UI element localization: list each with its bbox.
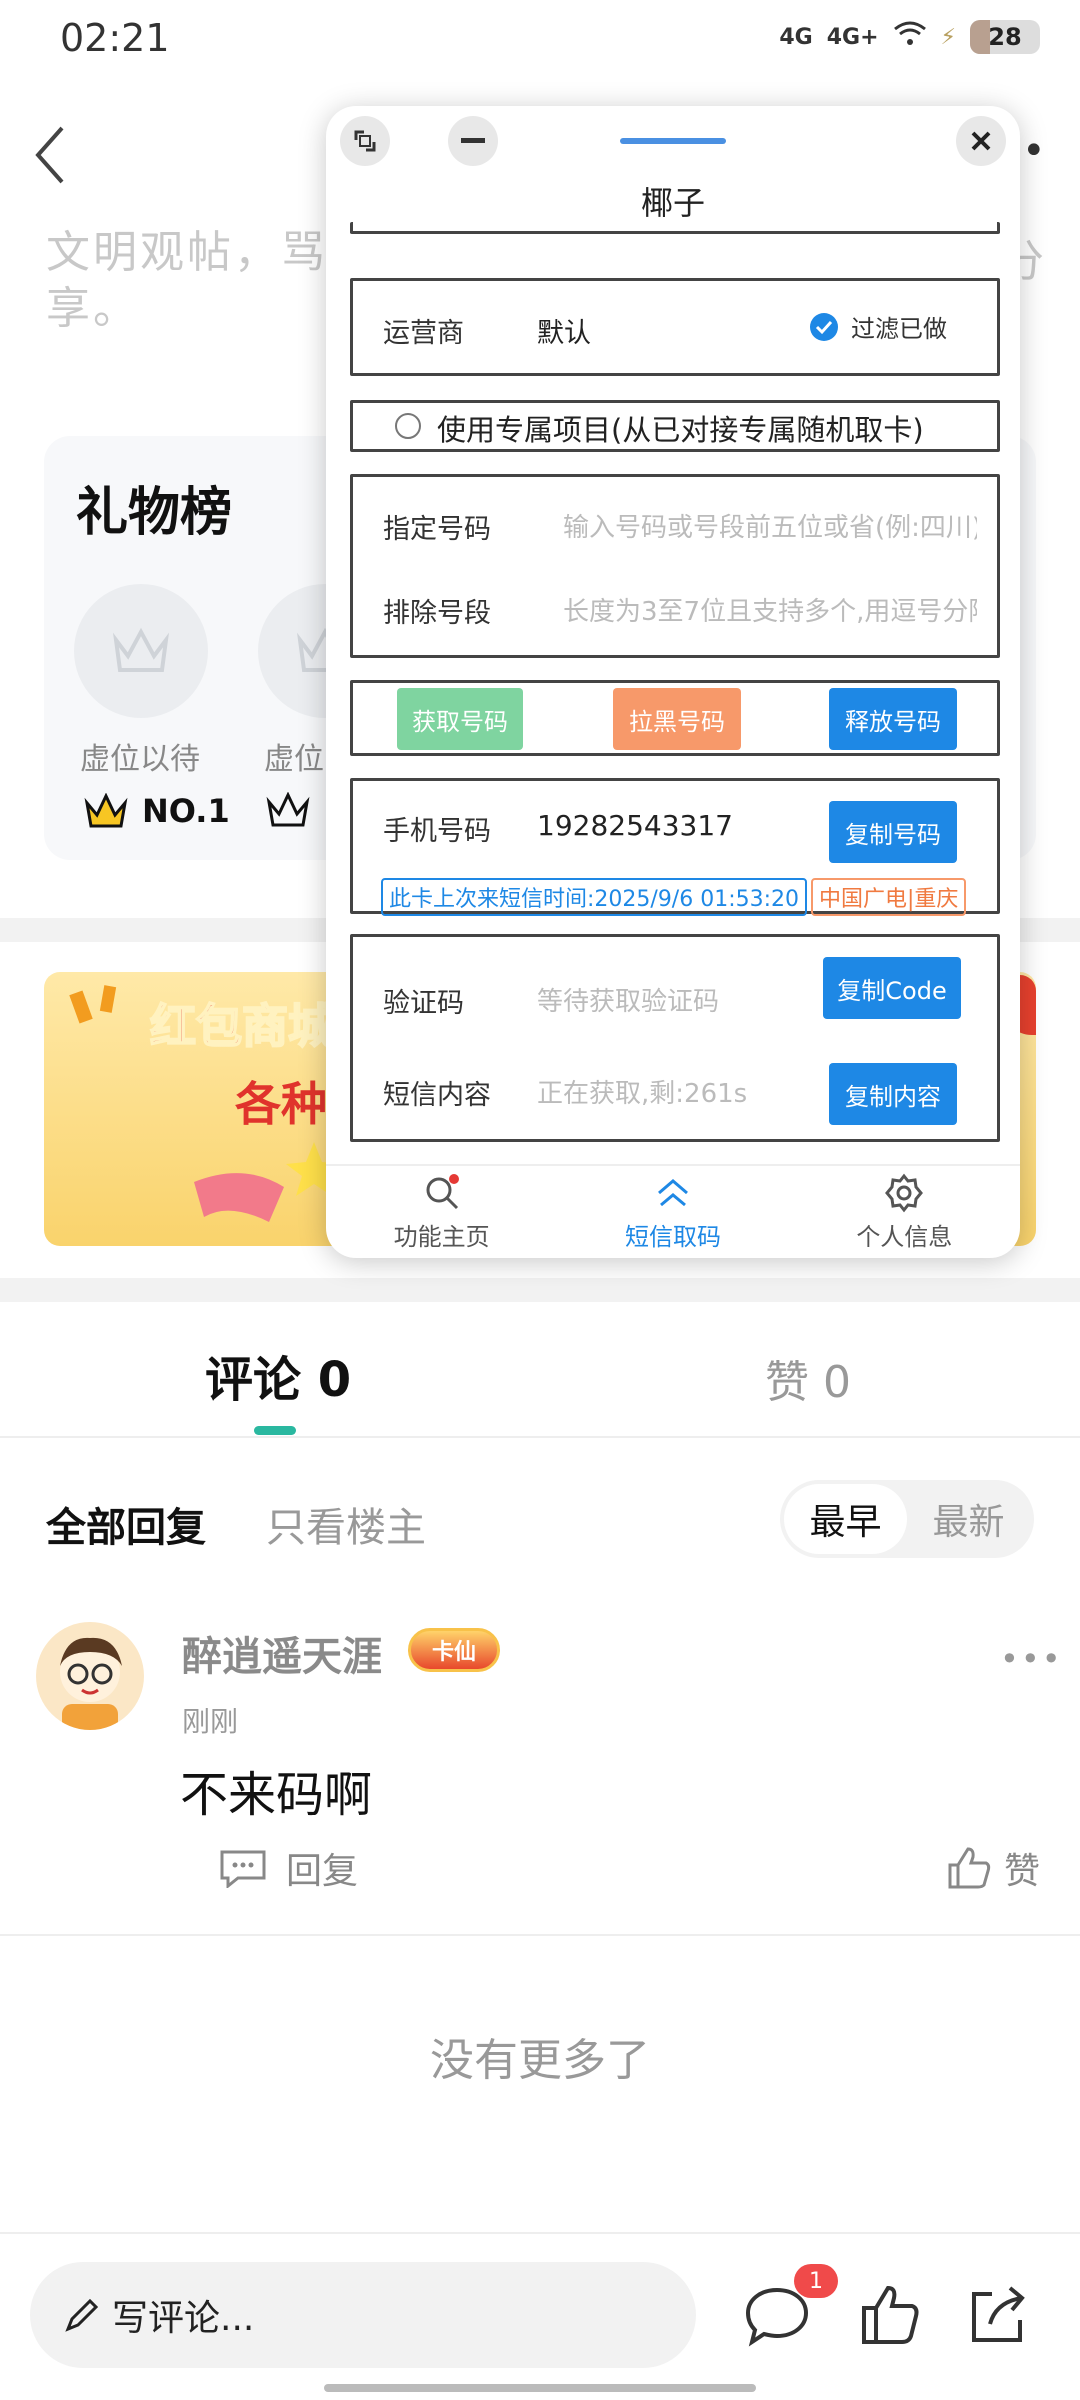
sms-label: 短信内容 <box>383 1080 491 1111</box>
copy-number-button[interactable]: 复制号码 <box>829 801 957 863</box>
user-badge: 卡仙 <box>408 1628 500 1672</box>
block-number-button[interactable]: 拉黑号码 <box>613 688 741 750</box>
copy-code-button[interactable]: 复制Code <box>823 957 961 1019</box>
exclusive-option[interactable]: 使用专属项目(从已对接专属随机取卡) <box>350 400 1000 452</box>
floating-window: 椰子 运营商 默认 过滤已做 使用专属项目(从已对接专属随机取卡) 指定号码 输… <box>326 106 1020 1258</box>
exclusive-label: 使用专属项目(从已对接专属随机取卡) <box>437 413 924 447</box>
exclude-segment-input[interactable]: 长度为3至7位且支持多个,用逗号分隔 <box>563 591 977 628</box>
operator-select[interactable]: 默认 <box>537 311 591 350</box>
gear-icon <box>885 1173 924 1212</box>
radio-icon <box>395 413 421 439</box>
crown-icon <box>84 793 128 828</box>
release-number-button[interactable]: 释放号码 <box>829 688 957 750</box>
write-comment-input[interactable]: 写评论... <box>30 2262 696 2368</box>
more-dot-icon[interactable]: • <box>1022 128 1046 174</box>
nav-profile[interactable]: 个人信息 <box>789 1166 1020 1258</box>
comment-divider <box>0 1934 1080 1936</box>
code-label: 验证码 <box>383 988 464 1019</box>
more-options-icon[interactable]: ••• <box>1000 1640 1063 1678</box>
wifi-icon <box>893 21 927 53</box>
exclude-label: 排除号段 <box>383 598 491 629</box>
number-filter-section: 指定号码 输入号码或号段前五位或省(例:四川) 排除号段 长度为3至7位且支持多… <box>350 474 1000 658</box>
charging-icon: ⚡ <box>940 24 956 50</box>
reply-button[interactable]: 回复 <box>218 1842 358 1894</box>
gift-seat-1-rank: NO.1 <box>84 792 230 830</box>
thumbs-up-icon <box>948 1847 991 1889</box>
sms-content-field: 正在获取,剩:261s <box>537 1079 748 1109</box>
phone-label: 手机号码 <box>383 816 491 847</box>
filter-done-checkbox[interactable]: 过滤已做 <box>809 309 947 344</box>
no-more-text: 没有更多了 <box>430 2035 650 2086</box>
crown-outline-icon <box>74 584 208 718</box>
phone-number: 19282543317 <box>537 809 733 842</box>
window-bottom-nav: 功能主页 短信取码 个人信息 <box>326 1164 1020 1258</box>
sort-earliest[interactable]: 最早 <box>784 1484 907 1554</box>
close-icon[interactable] <box>956 116 1006 166</box>
resize-icon[interactable] <box>340 116 390 166</box>
banner-line-2: 各种 <box>235 1077 327 1131</box>
reply-bubble-icon <box>220 1850 266 1888</box>
copy-content-button[interactable]: 复制内容 <box>829 1063 957 1125</box>
number-actions: 获取号码 拉黑号码 释放号码 <box>350 680 1000 756</box>
minimize-icon[interactable] <box>448 116 498 166</box>
home-chevron-icon <box>658 1178 688 1206</box>
home-indicator <box>324 2384 756 2392</box>
drag-handle[interactable] <box>620 138 726 144</box>
gift-seat-2-label: 虚位 <box>264 742 324 777</box>
filter-op-only[interactable]: 只看楼主 <box>266 1495 426 1553</box>
code-field: 等待获取验证码 <box>537 987 720 1017</box>
status-icons: 4G 4G+ ⚡ 28 <box>779 20 1040 54</box>
search-icon <box>426 1173 459 1209</box>
share-icon[interactable] <box>962 2280 1032 2350</box>
nav-sms[interactable]: 短信取码 <box>557 1166 788 1258</box>
scrolled-section-edge <box>350 222 1000 234</box>
nav-home[interactable]: 功能主页 <box>326 1166 557 1258</box>
filter-all-replies[interactable]: 全部回复 <box>46 1495 206 1553</box>
thumbs-up-icon[interactable] <box>856 2280 926 2350</box>
sms-section: 验证码 等待获取验证码 复制Code 短信内容 正在获取,剩:261s 复制内容 <box>350 934 1000 1142</box>
battery-indicator: 28 <box>970 20 1040 54</box>
section-divider-2 <box>0 1278 1080 1302</box>
carrier-region: 中国广电|重庆 <box>811 878 967 916</box>
banner-line-1: 红包商城 <box>149 998 335 1054</box>
comment-time: 刚刚 <box>182 1705 239 1738</box>
tab-divider <box>0 1436 1080 1438</box>
checkbox-checked-icon <box>810 312 838 341</box>
tab-comment[interactable]: 评论 0 <box>205 1340 351 1410</box>
status-time: 02:21 <box>60 16 170 60</box>
gift-seat-1-label: 虚位以待 <box>80 742 200 777</box>
network-4g-plus-label: 4G+ <box>826 24 879 50</box>
sort-toggle: 最早 最新 <box>780 1480 1034 1558</box>
message-count-badge: 1 <box>794 2264 838 2298</box>
comment-text: 不来码啊 <box>180 1767 373 1823</box>
comment-author[interactable]: 醉逍遥天涯 <box>182 1624 382 1682</box>
last-sms-time: 此卡上次来短信时间:2025/9/6 01:53:20 <box>381 878 808 916</box>
operator-section: 运营商 默认 过滤已做 <box>350 278 1000 376</box>
back-arrow-icon[interactable] <box>28 120 78 190</box>
tab-active-indicator <box>254 1426 296 1435</box>
phone-section: 手机号码 19282543317 复制号码 此卡上次来短信时间:2025/9/6… <box>350 778 1000 916</box>
operator-label: 运营商 <box>383 318 464 349</box>
gift-seat-2-rank <box>266 792 310 828</box>
tab-like[interactable]: 赞 0 <box>765 1346 851 1410</box>
assign-label: 指定号码 <box>383 514 491 545</box>
assign-number-input[interactable]: 输入号码或号段前五位或省(例:四川) <box>563 507 977 544</box>
crown-outline-small-icon <box>266 792 310 827</box>
gift-seat-1[interactable] <box>74 584 208 718</box>
gift-title: 礼物榜 <box>76 483 233 543</box>
sort-latest[interactable]: 最新 <box>907 1484 1030 1554</box>
get-number-button[interactable]: 获取号码 <box>397 688 523 750</box>
window-title: 椰子 <box>640 184 705 222</box>
avatar[interactable] <box>36 1622 144 1730</box>
network-4g-label: 4G <box>779 24 813 50</box>
like-button[interactable]: 赞 <box>946 1842 1040 1894</box>
pencil-icon <box>65 2298 99 2332</box>
